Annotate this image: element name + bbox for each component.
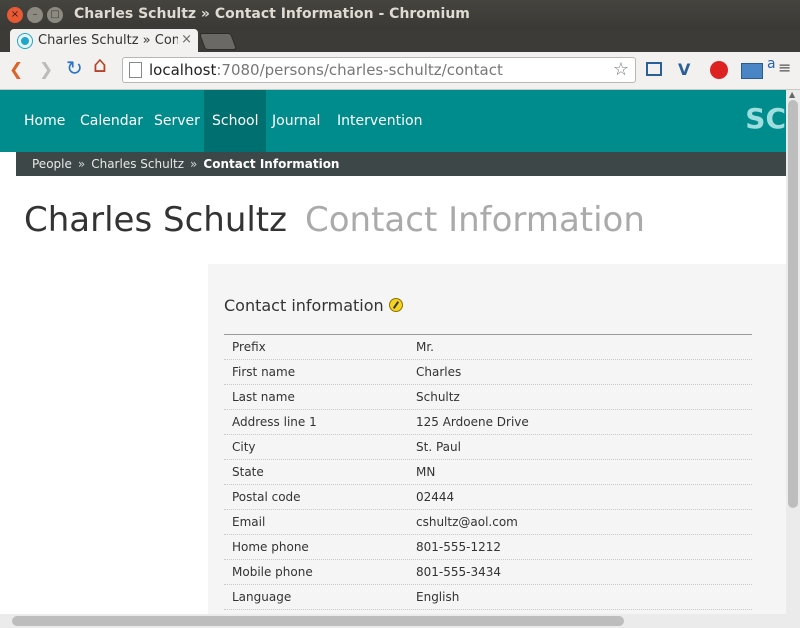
field-value: Mr.	[416, 340, 434, 354]
favicon-icon	[18, 34, 32, 48]
field-label: Prefix	[232, 340, 266, 354]
table-row: Mobile phone 801-555-3434	[224, 560, 752, 585]
field-label: City	[232, 440, 256, 454]
nav-item-home[interactable]: Home	[16, 90, 73, 152]
table-row: Address line 1 125 Ardoene Drive	[224, 410, 752, 435]
new-tab-button[interactable]	[198, 33, 238, 50]
breadcrumb: People » Charles Schultz » Contact Informati…	[16, 152, 786, 176]
nav-item-intervention[interactable]: Intervention	[329, 90, 430, 152]
section-title-text: Contact information	[224, 296, 384, 315]
nav-item-server[interactable]: Server	[146, 90, 208, 152]
table-row: Email cshultz@aol.com	[224, 510, 752, 535]
page-icon	[129, 62, 142, 78]
field-value: 801-555-1212	[416, 540, 502, 554]
window-maximize-button[interactable]: □	[47, 7, 63, 23]
main-nav: Home Calendar Server School Journal Inte…	[0, 90, 786, 152]
breadcrumb-separator: »	[190, 157, 198, 171]
table-row: Postal code 02444	[224, 485, 752, 510]
field-value: Schultz	[416, 390, 460, 404]
page-title-subtitle: Contact Information	[305, 200, 645, 240]
field-value: St. Paul	[416, 440, 461, 454]
menu-icon[interactable]: ≡	[778, 58, 791, 78]
back-icon[interactable]: ❮	[9, 60, 23, 80]
horizontal-scrollbar[interactable]	[0, 614, 786, 628]
table-row: Home phone 801-555-1212	[224, 535, 752, 560]
field-label: Last name	[232, 390, 295, 404]
breadcrumb-person[interactable]: Charles Schultz	[91, 157, 184, 171]
field-label: Postal code	[232, 490, 301, 504]
window-close-button[interactable]: ×	[7, 7, 23, 23]
nav-item-journal[interactable]: Journal	[264, 90, 328, 152]
browser-tab[interactable]: Charles Schultz » Contact Information ×	[10, 29, 198, 53]
field-label: Home phone	[232, 540, 309, 554]
home-icon[interactable]: ⌂	[93, 55, 107, 77]
nav-item-calendar[interactable]: Calendar	[72, 90, 151, 152]
scrollbar-corner	[786, 614, 800, 628]
horizontal-scroll-thumb[interactable]	[12, 616, 624, 626]
field-label: State	[232, 465, 264, 479]
window-minimize-button[interactable]: –	[27, 7, 43, 23]
breadcrumb-separator: »	[77, 157, 86, 171]
table-row: Language English	[224, 585, 752, 610]
window-title: Charles Schultz » Contact Information - …	[74, 6, 470, 22]
table-row: Last name Schultz	[224, 385, 752, 410]
field-value: English	[416, 590, 460, 604]
table-row: City St. Paul	[224, 435, 752, 460]
field-value: 801-555-3434	[416, 565, 502, 579]
field-label: Email	[232, 515, 266, 529]
window-titlebar: × – □ Charles Schultz » Contact Informat…	[0, 0, 800, 30]
stop-icon[interactable]	[710, 61, 728, 79]
vertical-scroll-thumb[interactable]	[788, 100, 798, 508]
edit-icon[interactable]	[388, 298, 403, 312]
section-title: Contact information	[224, 296, 403, 315]
screenshot-icon[interactable]	[741, 63, 763, 79]
scroll-up-icon[interactable]: ▲	[789, 90, 795, 99]
site-logo[interactable]: SC	[745, 102, 786, 135]
tab-title: Charles Schultz » Contact Information	[38, 33, 178, 48]
page-title-name: Charles Schultz	[24, 200, 287, 240]
extension-v-icon[interactable]: V	[678, 60, 690, 80]
field-label: Address line 1	[232, 415, 317, 429]
table-row: Prefix Mr.	[224, 335, 752, 360]
url-text[interactable]: localhost:7080/persons/charles-schultz/c…	[149, 61, 503, 79]
field-value: 125 Ardoene Drive	[416, 415, 529, 429]
table-row: State MN	[224, 460, 752, 485]
bookmark-star-icon[interactable]: ☆	[613, 59, 629, 80]
fullscreen-icon[interactable]	[646, 62, 662, 76]
field-label: Language	[232, 590, 292, 604]
forward-icon[interactable]: ❯	[39, 60, 53, 80]
table-row: First name Charles	[224, 360, 752, 385]
field-value: cshultz@aol.com	[416, 515, 518, 529]
vertical-scrollbar[interactable]: ▲	[786, 90, 800, 614]
contact-table: Prefix Mr. First name Charles Last name Sch…	[224, 334, 752, 610]
field-value: Charles	[416, 365, 462, 379]
tab-close-icon[interactable]: ×	[181, 32, 192, 47]
breadcrumb-people[interactable]: People	[32, 157, 72, 171]
reload-icon[interactable]: ↻	[66, 58, 83, 78]
field-label: First name	[232, 365, 296, 379]
field-value: 02444	[416, 490, 455, 504]
field-value: MN	[416, 465, 436, 479]
page-title: Charles Schultz Contact Information	[24, 200, 645, 240]
field-label: Mobile phone	[232, 565, 313, 579]
translate-icon[interactable]: a	[767, 54, 776, 74]
address-bar[interactable]: localhost:7080/persons/charles-schultz/c…	[122, 57, 636, 83]
nav-item-school[interactable]: School	[204, 90, 267, 152]
breadcrumb-current: Contact Information	[203, 157, 340, 171]
